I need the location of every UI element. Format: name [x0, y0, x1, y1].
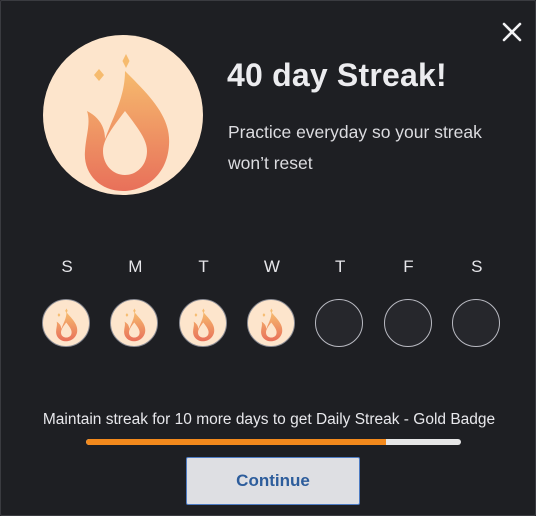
streak-title: 40 day Streak!	[227, 57, 447, 93]
day-letter: S	[61, 257, 73, 276]
day-item: W	[246, 257, 298, 353]
day-letter: S	[471, 257, 483, 276]
day-item: S	[451, 257, 503, 353]
day-letter: T	[198, 257, 209, 276]
streak-subtitle: Practice everyday so your streak won’t r…	[228, 122, 482, 173]
flame-icon	[56, 308, 78, 342]
flame-icon	[124, 308, 146, 342]
day-letter: W	[263, 257, 280, 276]
streak-modal: 40 day Streak! Practice everyday so your…	[0, 0, 536, 516]
day-empty-circle	[451, 299, 500, 347]
day-empty-circle	[383, 299, 432, 347]
progress-bar	[86, 439, 461, 445]
flame-icon	[84, 54, 170, 191]
day-empty-circle	[315, 299, 364, 347]
day-completed-circle	[110, 299, 159, 347]
day-letter: F	[403, 257, 414, 276]
day-item: F	[383, 257, 435, 353]
day-completed-circle	[178, 299, 227, 347]
close-icon[interactable]	[499, 19, 525, 45]
flame-icon	[260, 308, 283, 342]
progress-fill	[86, 439, 386, 445]
week-days: SMTWTFS	[41, 257, 505, 357]
day-letter: M	[128, 257, 143, 276]
day-item: T	[314, 257, 366, 353]
day-item: T	[178, 257, 230, 353]
continue-button[interactable]: Continue	[186, 457, 360, 505]
day-item: S	[41, 257, 93, 353]
day-completed-circle	[246, 299, 295, 347]
day-letter: T	[334, 257, 346, 276]
day-item: M	[109, 257, 161, 353]
flame-icon	[192, 308, 214, 342]
day-completed-circle	[42, 299, 90, 347]
streak-badge	[43, 35, 203, 195]
progress-label: Maintain streak for 10 more days to get …	[42, 411, 496, 428]
